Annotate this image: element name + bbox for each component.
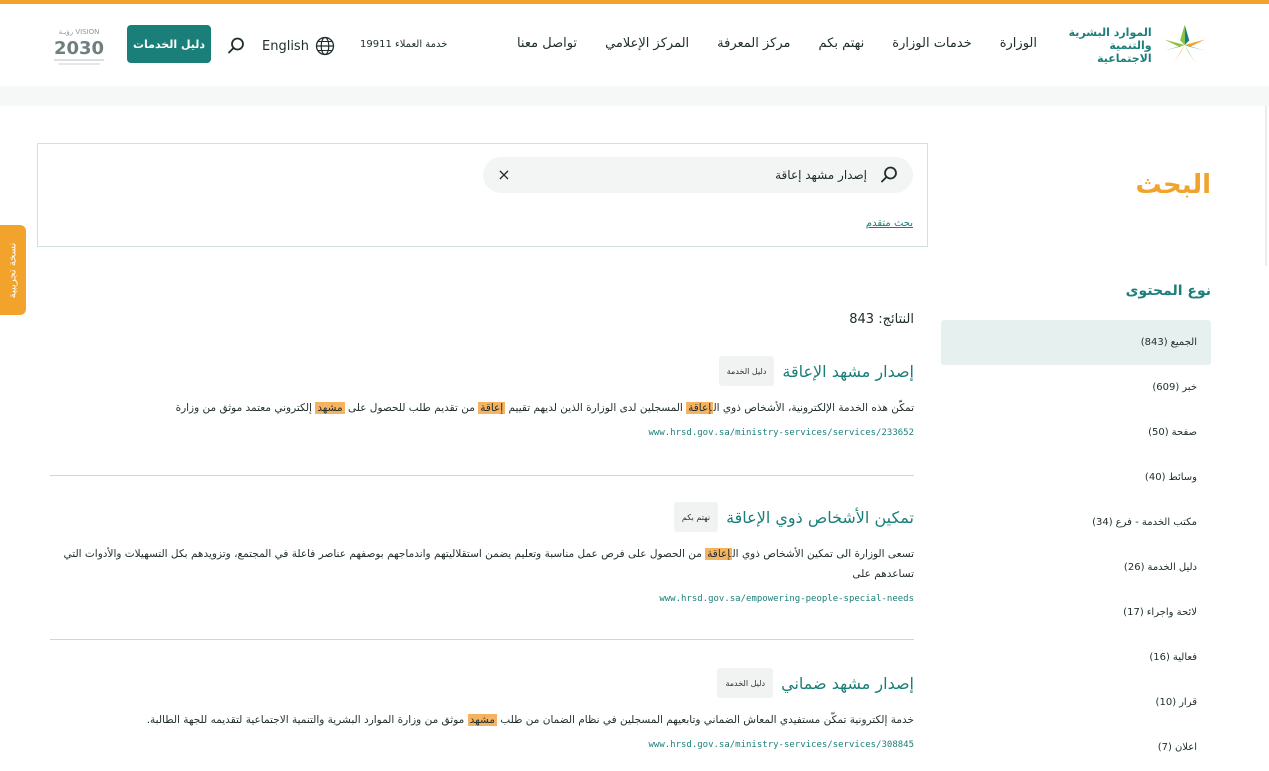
services-guide-button[interactable]: دليل الخدمات: [127, 25, 211, 63]
result-item: إصدار مشهد الإعاقة دليل الخدمة تمكّن هذه…: [50, 352, 914, 476]
filter-item-media[interactable]: وسائط (40): [941, 455, 1211, 500]
result-header: تمكين الأشخاص ذوي الإعاقة نهتم بكم: [50, 502, 914, 532]
filter-item-decision[interactable]: قرار (10): [941, 680, 1211, 725]
ministry-logo[interactable]: الموارد البشرية والتنمية الاجتماعية: [1059, 20, 1211, 70]
language-label: English: [262, 38, 309, 54]
result-type-badge: نهتم بكم: [673, 502, 719, 532]
language-switch[interactable]: English: [262, 36, 335, 56]
logo-line-2: والتنمية الاجتماعية: [1097, 38, 1152, 65]
nav-item-knowledge-center[interactable]: مركز المعرفة: [717, 36, 790, 51]
desc-text: المسجلين لدى الوزارة الذين لديهم تقييم: [505, 402, 687, 414]
content-type-title: نوع المحتوى: [1125, 283, 1211, 299]
filter-label: دليل الخدمة: [1147, 562, 1197, 573]
filter-count: (10): [1155, 697, 1177, 708]
result-url[interactable]: www.hrsd.gov.sa/ministry-services/servic…: [50, 740, 914, 750]
filter-count: (34): [1092, 517, 1113, 528]
filter-item-all[interactable]: الجميع (843): [941, 320, 1211, 365]
filter-count: (50): [1148, 427, 1169, 438]
result-item: إصدار مشهد ضماني دليل الخدمة خدمة إلكترو…: [50, 640, 914, 771]
result-description: تمكّن هذه الخدمة الإلكترونية، الأشخاص ذو…: [50, 398, 914, 418]
filter-count: (16): [1149, 652, 1170, 663]
desc-text: تسعى الوزارة الى تمكين الأشخاص ذوي ال: [732, 548, 914, 560]
result-url[interactable]: www.hrsd.gov.sa/ministry-services/servic…: [50, 428, 914, 438]
nav-item-media-center[interactable]: المركز الإعلامي: [605, 36, 689, 51]
result-description: تسعى الوزارة الى تمكين الأشخاص ذوي الإعا…: [50, 544, 914, 584]
globe-icon: [315, 36, 335, 56]
vision-top-text: VISION رؤيـة: [59, 28, 100, 36]
result-header: إصدار مشهد الإعاقة دليل الخدمة: [50, 356, 914, 386]
result-title-link[interactable]: إصدار مشهد الإعاقة: [782, 362, 914, 381]
nav-item-contact-us[interactable]: تواصل معنا: [517, 36, 577, 51]
filter-count: (609): [1152, 382, 1180, 393]
vision-year-text: 2030: [54, 38, 104, 59]
nav-item-we-care[interactable]: نهتم بكم: [819, 36, 865, 51]
vision-2030-logo: VISION رؤيـة 2030: [54, 28, 104, 65]
page-title: البحث: [1135, 170, 1211, 200]
filter-count: (40): [1144, 472, 1166, 483]
filter-count: (7): [1157, 742, 1172, 753]
beta-version-tab[interactable]: نسخة تجريبية: [0, 225, 26, 315]
result-header: إصدار مشهد ضماني دليل الخدمة: [50, 668, 914, 698]
main-nav: الوزارة خدمات الوزارة نهتم بكم مركز المع…: [517, 36, 1037, 51]
advanced-search-link[interactable]: بحث متقدم: [866, 218, 913, 229]
clear-search-icon[interactable]: ×: [495, 166, 513, 184]
filter-label: قرار: [1179, 697, 1197, 708]
result-url[interactable]: www.hrsd.gov.sa/empowering-people-specia…: [50, 594, 914, 604]
filter-label: الجميع: [1170, 337, 1197, 348]
right-edge-divider: [1265, 106, 1267, 266]
search-icon[interactable]: [879, 165, 899, 185]
search-panel: × بحث متقدم: [37, 143, 928, 247]
ministry-star-icon: [1164, 24, 1205, 64]
filter-label: وسائط: [1168, 472, 1197, 483]
header-search-icon[interactable]: [226, 36, 246, 56]
logo-text: الموارد البشرية والتنمية الاجتماعية: [1059, 26, 1152, 65]
desc-text: موثق من وزارة الموارد البشرية والتنمية ا…: [146, 714, 468, 726]
highlight-term: مشهد: [467, 714, 497, 726]
highlight-term: مشهد: [315, 402, 345, 414]
content-type-filters: الجميع (843) خبر (609) صفحة (50) وسائط (…: [941, 320, 1211, 770]
customer-service-number[interactable]: خدمة العملاء 19911: [360, 39, 447, 50]
results-list: إصدار مشهد الإعاقة دليل الخدمة تمكّن هذه…: [50, 352, 914, 771]
site-header: الموارد البشرية والتنمية الاجتماعية الوز…: [0, 4, 1269, 86]
filter-count: (843): [1140, 337, 1168, 348]
filter-label: صفحة: [1171, 427, 1197, 438]
filter-item-event[interactable]: فعالية (16): [941, 635, 1211, 680]
search-field: ×: [483, 157, 913, 193]
highlight-term: إعاقة: [478, 402, 506, 414]
filter-count: (26): [1123, 562, 1145, 573]
result-title-link[interactable]: تمكين الأشخاص ذوي الإعاقة: [726, 508, 914, 527]
result-description: خدمة إلكترونية تمكّن مستفيدي المعاش الضم…: [50, 710, 914, 730]
filter-item-page[interactable]: صفحة (50): [941, 410, 1211, 455]
highlight-term: إعاقة: [705, 548, 733, 560]
desc-text: إلكتروني معتمد موثق من وزارة: [175, 402, 316, 414]
filter-label: مكتب الخدمة - فرع: [1115, 517, 1197, 528]
filter-label: خبر: [1182, 382, 1197, 393]
filter-label: لائحة واجراء: [1146, 607, 1197, 618]
result-item: تمكين الأشخاص ذوي الإعاقة نهتم بكم تسعى …: [50, 476, 914, 640]
nav-item-ministry-services[interactable]: خدمات الوزارة: [892, 36, 971, 51]
result-type-badge: دليل الخدمة: [718, 356, 775, 386]
logo-line-1: الموارد البشرية: [1068, 25, 1152, 39]
desc-text: من تقديم طلب للحصول على: [344, 402, 479, 414]
filter-label: فعالية: [1172, 652, 1197, 663]
filter-item-service-guide[interactable]: دليل الخدمة (26): [941, 545, 1211, 590]
results-count: النتائج: 843: [849, 312, 914, 327]
filter-count: (17): [1123, 607, 1144, 618]
filter-label: اعلان: [1174, 742, 1197, 753]
desc-text: تمكّن هذه الخدمة الإلكترونية، الأشخاص ذو…: [713, 402, 914, 414]
nav-item-ministry[interactable]: الوزارة: [1000, 36, 1037, 51]
filter-item-service-office[interactable]: مكتب الخدمة - فرع (34): [941, 500, 1211, 545]
filter-item-news[interactable]: خبر (609): [941, 365, 1211, 410]
search-input[interactable]: [537, 163, 867, 187]
filter-item-regulation[interactable]: لائحة واجراء (17): [941, 590, 1211, 635]
beta-version-label: نسخة تجريبية: [7, 242, 19, 298]
desc-text: خدمة إلكترونية تمكّن مستفيدي المعاش الضم…: [496, 714, 914, 726]
result-type-badge: دليل الخدمة: [717, 668, 774, 698]
result-title-link[interactable]: إصدار مشهد ضماني: [781, 674, 914, 693]
filter-item-announcement[interactable]: اعلان (7): [941, 725, 1211, 770]
highlight-term: إعاقة: [686, 402, 714, 414]
breadcrumb-bar: [0, 86, 1269, 106]
